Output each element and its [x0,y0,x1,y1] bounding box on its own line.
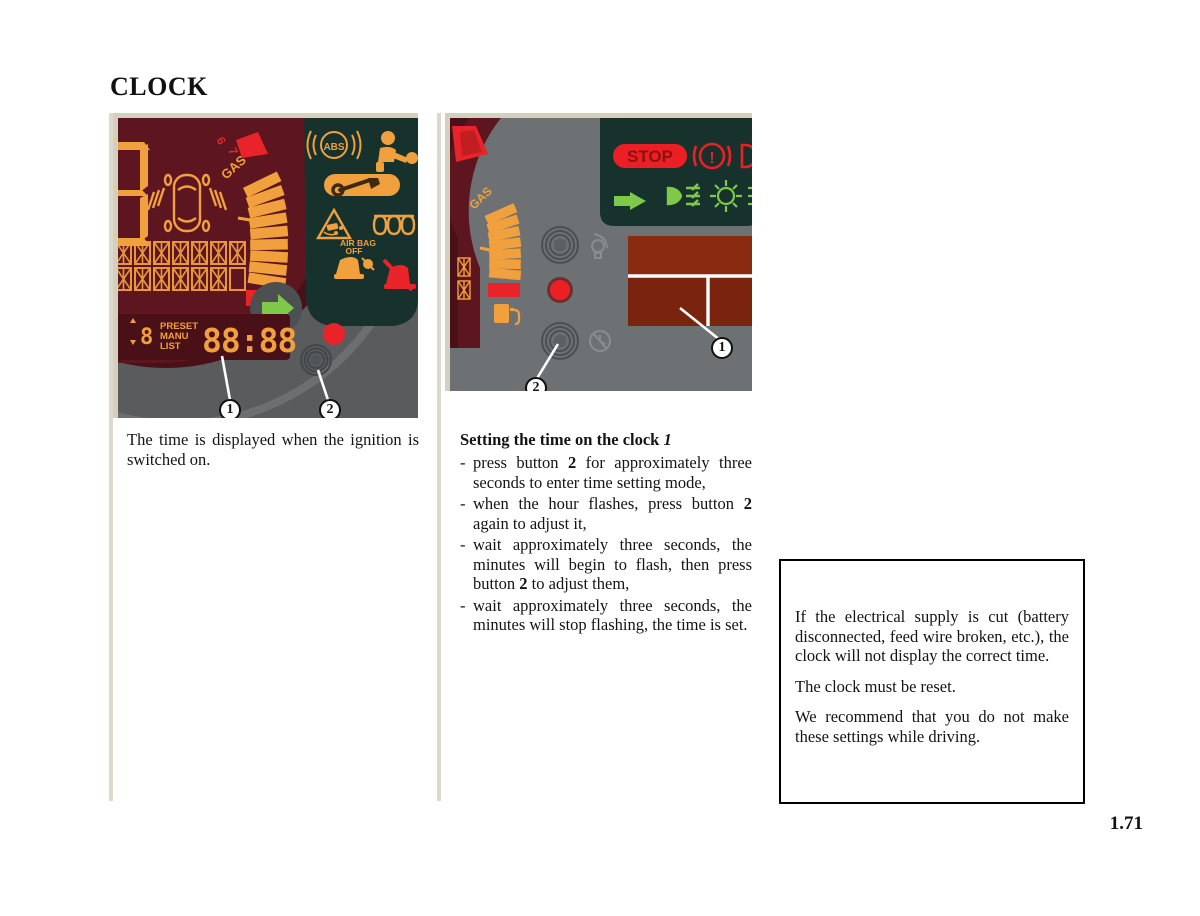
page-title: CLOCK [110,72,208,101]
figure-instrument-cluster-left: 6 7 GAS ABS AIR BAG OFF 8 PRESET MANU LI… [113,113,418,418]
svg-text:!: ! [709,150,714,167]
svg-text:8: 8 [140,325,153,350]
instruction-item: - press button 2 for approximately three … [460,453,752,492]
svg-text:STOP: STOP [627,147,673,166]
manual-page: CLOCK 6 7 GAS ABS AIR BAG OFF 8 PRESET M… [0,0,1200,916]
instruction-list: - press button 2 for approximately three … [460,453,752,635]
figure-instrument-cluster-right: GAS STOP ! 1 2 [445,113,752,391]
instrument-cluster-right-graphic: GAS STOP ! [450,118,752,391]
section-heading: Setting the time on the clock 1 [460,430,752,450]
warning-paragraph: We recommend that you do not make these … [795,707,1069,746]
instruction-text: wait approximately three seconds, the mi… [473,595,752,635]
list-marker: - [460,494,466,513]
instruction-item: - wait approximately three seconds, the m… [460,596,752,635]
section-heading-ref: 1 [663,430,672,449]
callout-2-left: 2 [319,399,341,418]
left-text-column: The time is displayed when the ignition … [127,430,419,471]
button-reference: 2 [743,494,752,513]
svg-text:88:88: 88:88 [202,321,296,360]
left-paragraph: The time is displayed when the ignition … [127,430,419,469]
section-heading-text: Setting the time on the clock [460,430,664,449]
list-marker: - [460,595,466,615]
svg-text:LIST: LIST [160,341,181,352]
button-reference: 2 [567,453,577,472]
callout-1-right: 1 [711,337,733,359]
svg-text:ABS: ABS [323,142,344,153]
warning-paragraph: If the electrical supply is cut (battery… [795,607,1069,665]
instrument-cluster-left-graphic: 6 7 GAS ABS AIR BAG OFF 8 PRESET MANU LI… [118,118,418,418]
right-text-column: Setting the time on the clock 1 - press b… [460,430,752,637]
warning-box: If the electrical supply is cut (battery… [779,559,1085,804]
instruction-text: to adjust them, [527,574,630,593]
list-marker: - [460,535,466,554]
svg-text:OFF: OFF [346,246,363,256]
figure-right-inner: GAS STOP ! 1 2 [450,118,752,391]
list-marker: - [460,453,466,472]
instruction-text: again to adjust it, [473,513,587,533]
column-rule-middle [437,113,441,801]
instruction-text: when the hour flashes, press button [473,494,744,513]
callout-1-left: 1 [219,399,241,418]
instruction-item: - when the hour flashes, press button 2 a… [460,494,752,533]
warning-paragraph: The clock must be reset. [795,676,956,696]
page-number: 1.71 [1109,813,1143,834]
figure-left-inner: 6 7 GAS ABS AIR BAG OFF 8 PRESET MANU LI… [118,118,418,418]
instruction-item: - wait approximately three seconds, the m… [460,535,752,594]
button-reference: 2 [519,574,528,593]
instruction-text: press button [473,453,568,472]
